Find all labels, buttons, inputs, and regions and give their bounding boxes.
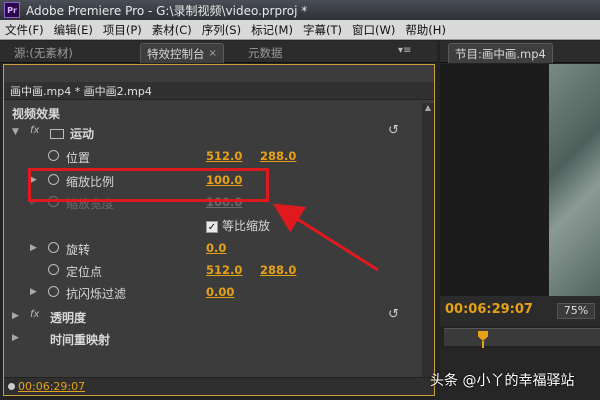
close-icon[interactable]: × (209, 48, 217, 59)
anti-flicker-row: ▶ 抗闪烁过滤 0.00 (4, 283, 420, 302)
tab-metadata-label: 元数据 (248, 46, 283, 60)
rotation-label: 旋转 (66, 243, 91, 257)
program-video-preview (549, 64, 600, 296)
anchor-y-value[interactable]: 288.0 (260, 263, 296, 277)
stopwatch-icon[interactable] (48, 286, 59, 300)
position-y-value[interactable]: 288.0 (260, 149, 296, 163)
anchor-x-value[interactable]: 512.0 (206, 263, 242, 277)
opacity-row[interactable]: ▶ fx 透明度 ↺ (4, 307, 420, 326)
menu-file[interactable]: 文件(F) (0, 22, 49, 38)
tab-source-label: 源:(无素材) (14, 46, 73, 60)
expand-triangle-icon[interactable]: ▶ (30, 287, 37, 297)
menu-clip[interactable]: 素材(C) (147, 22, 197, 38)
menu-title[interactable]: 字幕(T) (298, 22, 347, 38)
checkmark-icon: ✓ (206, 220, 218, 233)
tab-program-label: 节目:画中画.mp4 (455, 46, 546, 61)
video-effects-label: 视频效果 (12, 107, 61, 121)
footer-timecode[interactable]: 00:06:29:07 (18, 380, 85, 393)
scroll-up-icon[interactable]: ▲ (422, 103, 434, 115)
fx-icon[interactable]: fx (30, 125, 39, 136)
menu-edit[interactable]: 编辑(E) (49, 22, 98, 38)
expand-triangle-icon[interactable]: ▶ (12, 311, 19, 321)
opacity-label: 透明度 (50, 311, 87, 325)
rotation-row: ▶ 旋转 0.0 (4, 239, 420, 258)
left-panel-tabs: 源:(无素材) 特效控制台 × 元数据 ▾≡ (0, 41, 437, 63)
menu-bar: 文件(F) 编辑(E) 项目(P) 素材(C) 序列(S) 标记(M) 字幕(T… (0, 20, 600, 40)
program-monitor-background (440, 64, 549, 296)
effect-controls-panel: 画中画.mp4 * 画中画2.mp4 视频效果 ▼ fx 运动 ↺ 位置 512… (3, 64, 435, 396)
position-row: 位置 512.0 288.0 (4, 147, 420, 166)
menu-window[interactable]: 窗口(W) (347, 22, 400, 38)
right-panel-tabs: 节目:画中画.mp4 (440, 41, 600, 63)
rotation-value[interactable]: 0.0 (206, 241, 226, 255)
panel-menu-icon[interactable]: ▾≡ (398, 45, 411, 56)
tab-effect-controls[interactable]: 特效控制台 × (140, 43, 224, 63)
stopwatch-icon[interactable] (48, 242, 59, 256)
playhead-dot-icon (8, 383, 15, 390)
uniform-scale-checkbox[interactable]: ✓ 等比缩放 (206, 217, 270, 234)
vertical-scrollbar[interactable]: ▲ (422, 103, 434, 381)
tab-source[interactable]: 源:(无素材) (8, 43, 79, 63)
tab-metadata[interactable]: 元数据 (242, 43, 289, 63)
motion-row[interactable]: ▼ fx 运动 ↺ (4, 123, 420, 142)
menu-marker[interactable]: 标记(M) (246, 22, 298, 38)
effect-controls-footer: 00:06:29:07 (4, 377, 434, 395)
anchor-row: 定位点 512.0 288.0 (4, 261, 420, 280)
zoom-select[interactable]: 75% (557, 303, 595, 319)
stopwatch-icon[interactable] (48, 150, 59, 164)
video-effects-header: 视频效果 (4, 103, 420, 122)
premiere-logo-icon: Pr (4, 2, 20, 18)
premiere-window: Pr Adobe Premiere Pro - G:\录制视频\video.pr… (0, 0, 600, 400)
tab-program[interactable]: 节目:画中画.mp4 (448, 43, 553, 63)
timeline-ruler[interactable] (444, 328, 600, 346)
expand-triangle-icon[interactable]: ▶ (30, 243, 37, 253)
motion-label: 运动 (70, 127, 95, 141)
uniform-scale-label: 等比缩放 (222, 219, 271, 233)
position-x-value[interactable]: 512.0 (206, 149, 242, 163)
expand-triangle-icon[interactable]: ▼ (12, 127, 19, 137)
clip-name-bar: 画中画.mp4 * 画中画2.mp4 (4, 82, 434, 100)
time-remap-row[interactable]: ▶ 时间重映射 (4, 329, 420, 348)
anti-flicker-label: 抗闪烁过滤 (66, 287, 127, 301)
tab-effect-controls-label: 特效控制台 (147, 46, 205, 61)
stopwatch-icon[interactable] (48, 264, 59, 278)
anchor-label: 定位点 (66, 265, 103, 279)
watermark-text: 头条 @小丫的幸福驿站 (430, 373, 575, 389)
menu-help[interactable]: 帮助(H) (400, 22, 451, 38)
menu-project[interactable]: 项目(P) (98, 22, 147, 38)
scale-highlight-box (28, 168, 269, 202)
position-label: 位置 (66, 151, 91, 165)
time-remap-label: 时间重映射 (50, 333, 111, 347)
reset-icon[interactable]: ↺ (388, 123, 399, 138)
expand-triangle-icon[interactable]: ▶ (12, 333, 19, 343)
reset-icon[interactable]: ↺ (388, 307, 399, 322)
uniform-scale-row: ✓ 等比缩放 (4, 215, 420, 234)
motion-icon (50, 126, 64, 140)
window-title: Adobe Premiere Pro - G:\录制视频\video.prpro… (26, 3, 308, 18)
anti-flicker-value[interactable]: 0.00 (206, 285, 234, 299)
clip-name: 画中画.mp4 * 画中画2.mp4 (10, 84, 152, 98)
title-bar: Pr Adobe Premiere Pro - G:\录制视频\video.pr… (0, 0, 600, 20)
menu-sequence[interactable]: 序列(S) (197, 22, 246, 38)
fx-icon[interactable]: fx (30, 309, 39, 320)
program-timecode[interactable]: 00:06:29:07 (445, 302, 533, 317)
